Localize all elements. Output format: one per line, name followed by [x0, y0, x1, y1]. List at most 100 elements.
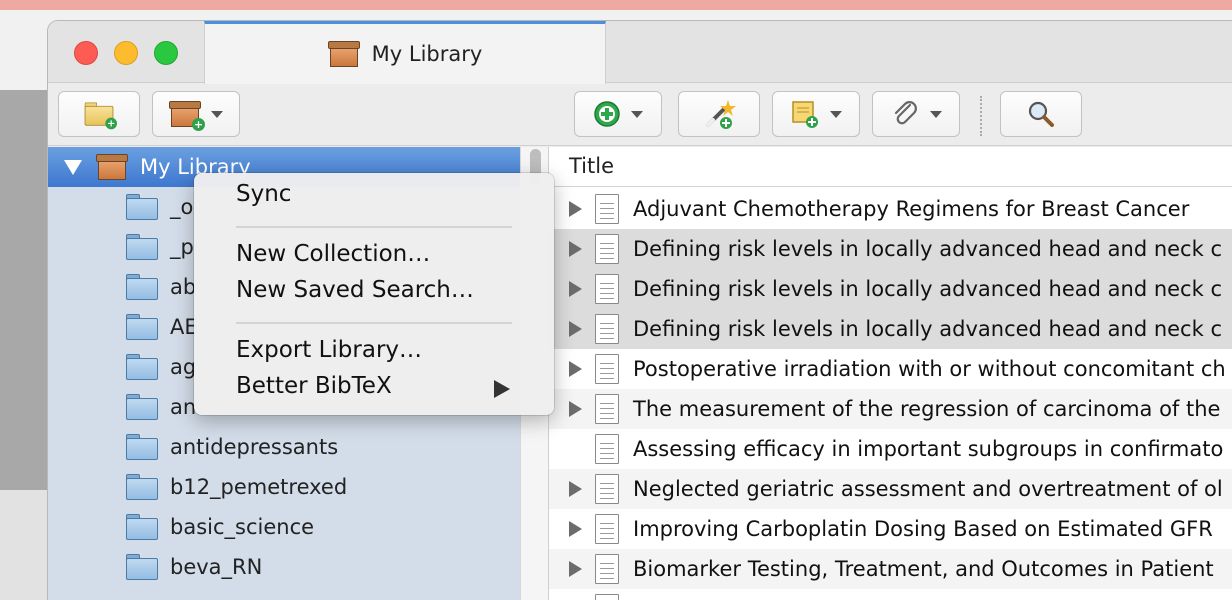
toolbar-separator	[980, 96, 982, 136]
search-button[interactable]	[1000, 91, 1082, 137]
collection-label: beva_RN	[170, 555, 263, 579]
new-collection-icon: +	[84, 102, 117, 130]
item-row[interactable]: The measurement of the regression of car…	[549, 389, 1232, 429]
chevron-down-icon	[631, 110, 643, 118]
collection-label: b12_pemetrexed	[170, 475, 348, 499]
folder-icon	[126, 354, 158, 380]
document-icon	[595, 394, 619, 424]
menu-item-sync[interactable]: Sync	[236, 181, 291, 207]
expand-triangle-icon[interactable]	[569, 561, 582, 577]
disclosure-triangle-icon[interactable]	[64, 159, 82, 175]
item-title: Neglected geriatric assessment and overt…	[633, 477, 1223, 501]
collection-label: _o	[170, 195, 194, 219]
item-row[interactable]	[549, 589, 1232, 600]
item-title: Assessing efficacy in important subgroup…	[633, 437, 1224, 461]
collection-label: ab	[170, 275, 197, 299]
chevron-down-icon	[830, 110, 842, 118]
sidebar-collection[interactable]: beva_RN	[48, 547, 520, 587]
document-icon	[595, 314, 619, 344]
document-icon	[595, 514, 619, 544]
item-row[interactable]: Defining risk levels in locally advanced…	[549, 229, 1232, 269]
menu-item-new-saved-search[interactable]: New Saved Search…	[236, 277, 474, 303]
sidebar-collection[interactable]: antidepressants	[48, 427, 520, 467]
folder-icon	[126, 194, 158, 220]
library-icon	[96, 154, 128, 180]
menu-item-export-library[interactable]: Export Library…	[236, 337, 422, 363]
chevron-down-icon	[930, 110, 942, 118]
menu-separator	[236, 226, 512, 228]
item-row[interactable]: Postoperative irradiation with or withou…	[549, 349, 1232, 389]
paperclip-icon	[894, 101, 917, 125]
add-attachment-button[interactable]	[872, 91, 960, 137]
item-title: Defining risk levels in locally advanced…	[633, 317, 1222, 341]
column-header-title[interactable]: Title	[569, 154, 614, 178]
item-title: Postoperative irradiation with or withou…	[633, 357, 1226, 381]
expand-triangle-icon[interactable]	[569, 401, 582, 417]
expand-triangle-icon[interactable]	[569, 361, 582, 377]
document-icon	[595, 474, 619, 504]
document-icon	[595, 434, 619, 464]
item-title: The measurement of the regression of car…	[633, 397, 1221, 421]
item-title: Defining risk levels in locally advanced…	[633, 277, 1222, 301]
new-item-button[interactable]	[574, 91, 662, 137]
magic-wand-icon	[706, 100, 736, 129]
expand-triangle-icon[interactable]	[569, 241, 582, 257]
tab-bar: My Library	[48, 21, 1232, 84]
close-window-button[interactable]	[74, 41, 98, 65]
item-row[interactable]: Biomarker Testing, Treatment, and Outcom…	[549, 549, 1232, 589]
folder-icon	[126, 394, 158, 420]
folder-icon	[126, 234, 158, 260]
item-row[interactable]: Defining risk levels in locally advanced…	[549, 269, 1232, 309]
collection-label: antidepressants	[170, 435, 339, 459]
item-row[interactable]: Improving Carboplatin Dosing Based on Es…	[549, 509, 1232, 549]
sidebar-collection[interactable]: b12_pemetrexed	[48, 467, 520, 507]
chevron-down-icon	[211, 110, 223, 118]
no-children-spacer	[569, 441, 582, 457]
document-icon	[595, 194, 619, 224]
menu-item-new-collection[interactable]: New Collection…	[236, 241, 430, 267]
folder-icon	[126, 474, 158, 500]
new-library-button[interactable]: +	[152, 91, 240, 137]
submenu-arrow-icon	[494, 380, 510, 398]
item-row[interactable]: Neglected geriatric assessment and overt…	[549, 469, 1232, 509]
search-icon	[1028, 101, 1054, 127]
tab-label: My Library	[371, 42, 483, 66]
tab-my-library[interactable]: My Library	[204, 21, 606, 84]
expand-triangle-icon[interactable]	[569, 521, 582, 537]
minimize-window-button[interactable]	[114, 41, 138, 65]
item-title: Biomarker Testing, Treatment, and Outcom…	[633, 557, 1214, 581]
add-by-identifier-button[interactable]	[678, 91, 760, 137]
item-row[interactable]: Assessing efficacy in important subgroup…	[549, 429, 1232, 469]
folder-icon	[126, 314, 158, 340]
expand-triangle-icon[interactable]	[569, 321, 582, 337]
document-icon	[595, 234, 619, 264]
zoom-window-button[interactable]	[154, 41, 178, 65]
collection-label: ag	[170, 355, 197, 379]
expand-triangle-icon[interactable]	[569, 481, 582, 497]
menu-item-better-bibtex[interactable]: Better BibTeX	[236, 373, 392, 399]
new-library-icon: +	[169, 101, 205, 131]
menu-separator	[236, 322, 512, 324]
document-icon	[595, 554, 619, 584]
expand-triangle-icon[interactable]	[569, 281, 582, 297]
folder-icon	[126, 434, 158, 460]
new-note-icon	[792, 101, 818, 128]
document-icon	[595, 594, 619, 600]
expand-triangle-icon[interactable]	[569, 201, 582, 217]
document-icon	[595, 354, 619, 384]
item-row[interactable]: Adjuvant Chemotherapy Regimens for Breas…	[549, 189, 1232, 229]
item-row[interactable]: Defining risk levels in locally advanced…	[549, 309, 1232, 349]
folder-icon	[126, 274, 158, 300]
new-collection-button[interactable]: +	[58, 91, 140, 137]
library-icon	[327, 41, 360, 67]
items-header: Title	[549, 147, 1232, 187]
desktop-top-band	[0, 0, 1232, 10]
library-context-menu: Sync New Collection… New Saved Search… E…	[194, 173, 554, 415]
item-title: Defining risk levels in locally advanced…	[633, 237, 1222, 261]
document-icon	[595, 274, 619, 304]
item-title: Adjuvant Chemotherapy Regimens for Breas…	[633, 197, 1190, 221]
new-note-button[interactable]	[772, 91, 860, 137]
folder-icon	[126, 554, 158, 580]
toolbar: + +	[48, 84, 1232, 146]
sidebar-collection[interactable]: basic_science	[48, 507, 520, 547]
